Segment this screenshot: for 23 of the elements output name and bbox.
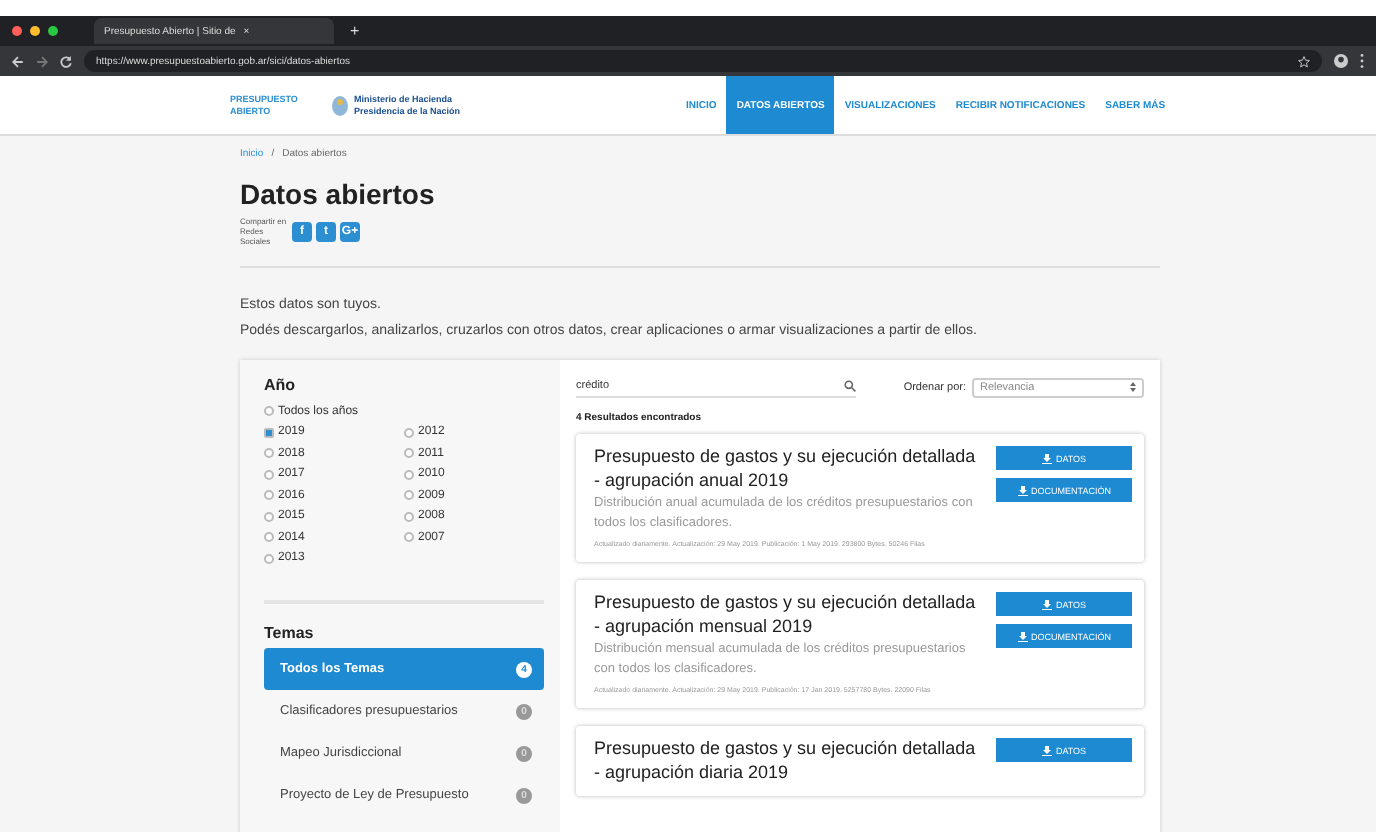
close-window-icon[interactable] — [12, 26, 22, 36]
back-icon[interactable] — [12, 55, 24, 67]
search-icon — [844, 380, 856, 393]
minimize-window-icon[interactable] — [30, 26, 40, 36]
result-title[interactable]: Presupuesto de gastos y su ejecución detallada - agrupación anual 2019 — [594, 446, 984, 493]
download-icon — [1041, 453, 1052, 464]
topics-heading: Temas — [264, 624, 316, 643]
emblem-icon — [332, 95, 348, 115]
profile-icon[interactable] — [1334, 54, 1348, 68]
reload-icon[interactable] — [60, 55, 72, 67]
page-title: Datos abiertos — [240, 178, 437, 210]
maximize-window-icon[interactable] — [48, 26, 58, 36]
star-icon[interactable] — [1298, 55, 1310, 67]
new-tab-button[interactable]: + — [350, 22, 360, 40]
download-icon — [1017, 485, 1028, 496]
select-caret-icon — [1130, 382, 1136, 393]
download-icon — [1041, 745, 1052, 756]
download-icon — [1017, 631, 1028, 642]
result-title[interactable]: Presupuesto de gastos y su ejecución detallada - agrupación diaria 2019 — [594, 738, 984, 785]
result-title[interactable]: Presupuesto de gastos y su ejecución detallada - agrupación mensual 2019 — [594, 592, 984, 639]
forward-icon[interactable] — [36, 55, 48, 67]
year-heading: Año — [264, 376, 298, 395]
download-icon — [1041, 599, 1052, 610]
